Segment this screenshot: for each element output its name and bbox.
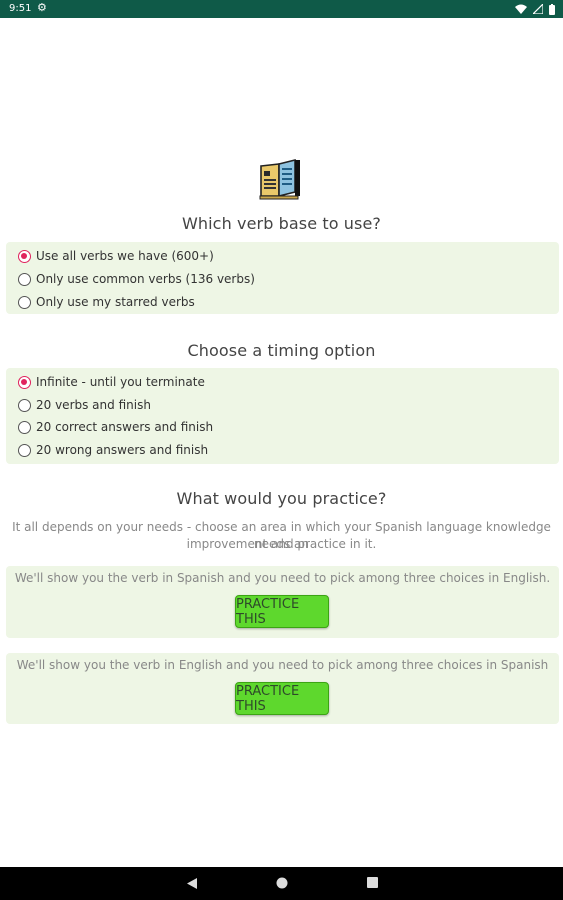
- practice-card-english-to-spanish: We'll show you the verb in English and y…: [6, 653, 559, 724]
- timing-option-20-correct[interactable]: 20 correct answers and finish: [18, 419, 213, 435]
- radio-checked-icon[interactable]: [18, 249, 31, 263]
- recent-apps-icon[interactable]: [367, 877, 378, 888]
- radio-checked-icon[interactable]: [18, 375, 31, 389]
- practice-this-button[interactable]: PRACTICE THIS: [235, 682, 329, 715]
- timing-panel: Infinite - until you terminate 20 verbs …: [6, 368, 559, 464]
- option-label: 20 correct answers and finish: [36, 420, 214, 434]
- wifi-icon: [515, 4, 527, 14]
- verb-base-panel: Use all verbs we have (600+) Only use co…: [6, 242, 559, 314]
- status-bar: 9:51 ⚙: [0, 0, 563, 18]
- practice-card-text: We'll show you the verb in English and y…: [16, 658, 549, 672]
- radio-unchecked-icon[interactable]: [18, 272, 31, 286]
- timing-option-20-verbs[interactable]: 20 verbs and finish: [18, 397, 151, 413]
- radio-unchecked-icon[interactable]: [18, 420, 31, 434]
- signal-icon: [533, 4, 543, 14]
- home-icon[interactable]: [276, 877, 288, 889]
- book-icon: [259, 158, 300, 200]
- option-label: Only use my starred verbs: [36, 295, 195, 309]
- verb-base-option-common[interactable]: Only use common verbs (136 verbs): [18, 271, 255, 287]
- option-label: Use all verbs we have (600+): [36, 249, 214, 263]
- verb-base-option-starred[interactable]: Only use my starred verbs: [18, 294, 195, 310]
- radio-unchecked-icon[interactable]: [18, 398, 31, 412]
- option-label: 20 wrong answers and finish: [36, 443, 209, 457]
- back-icon[interactable]: [186, 877, 198, 890]
- verb-base-option-all[interactable]: Use all verbs we have (600+): [18, 248, 214, 264]
- practice-description-line2: improvement and practice in it.: [186, 537, 377, 551]
- status-time: 9:51: [9, 3, 32, 14]
- radio-unchecked-icon[interactable]: [18, 443, 31, 457]
- practice-card-spanish-to-english: We'll show you the verb in Spanish and y…: [6, 566, 559, 638]
- option-label: Infinite - until you terminate: [36, 375, 205, 389]
- timing-heading: Choose a timing option: [187, 341, 376, 360]
- settings-gear-icon: ⚙: [37, 2, 47, 14]
- practice-this-button[interactable]: PRACTICE THIS: [235, 595, 329, 628]
- verb-base-heading: Which verb base to use?: [181, 214, 382, 233]
- option-label: Only use common verbs (136 verbs): [36, 272, 255, 286]
- timing-option-20-wrong[interactable]: 20 wrong answers and finish: [18, 442, 208, 458]
- practice-card-text: We'll show you the verb in Spanish and y…: [14, 571, 551, 585]
- timing-option-infinite[interactable]: Infinite - until you terminate: [18, 374, 205, 390]
- radio-unchecked-icon[interactable]: [18, 295, 31, 309]
- battery-icon: [549, 3, 555, 15]
- option-label: 20 verbs and finish: [36, 398, 151, 412]
- status-icons: [515, 3, 555, 15]
- navigation-bar: [0, 867, 563, 900]
- practice-heading: What would you practice?: [176, 489, 387, 508]
